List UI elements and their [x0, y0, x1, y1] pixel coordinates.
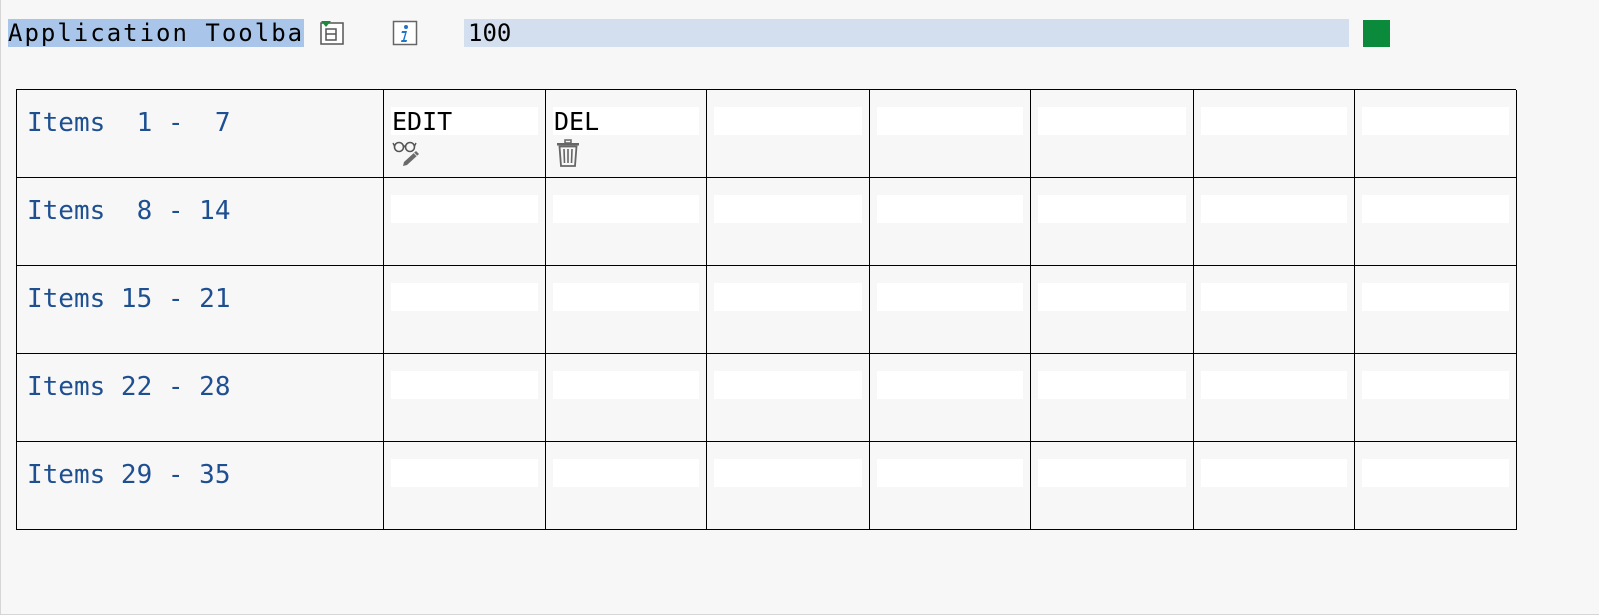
info-icon[interactable] — [392, 20, 418, 46]
slot-background — [1201, 107, 1347, 135]
row-header-cell: Items 29 - 35 — [17, 442, 384, 530]
edit-button-label: EDIT — [392, 107, 453, 136]
grid-cell[interactable] — [707, 266, 870, 354]
grid-cell[interactable] — [384, 354, 546, 442]
slot-background — [877, 195, 1023, 223]
grid-row: Items 29 - 35 — [17, 442, 1517, 530]
grid-cell[interactable] — [546, 266, 707, 354]
layout-icon[interactable] — [319, 20, 345, 46]
slot-background — [553, 195, 699, 223]
grid-cell[interactable] — [1031, 90, 1194, 178]
slot-background — [877, 371, 1023, 399]
slot-background — [1038, 283, 1186, 311]
grid-cell[interactable] — [384, 266, 546, 354]
grid-cell[interactable] — [1355, 354, 1517, 442]
grid-cell[interactable] — [1194, 266, 1355, 354]
toolbar-title: Application Toolbar — [8, 19, 304, 47]
slot-background — [1362, 459, 1509, 487]
grid-cell[interactable] — [384, 178, 546, 266]
slot-background — [1201, 195, 1347, 223]
slot-background — [877, 283, 1023, 311]
edit-button[interactable]: EDIT — [384, 90, 546, 178]
slot-background — [1362, 371, 1509, 399]
row-label: Items 15 - 21 — [27, 284, 231, 314]
slot-background — [553, 459, 699, 487]
grid-cell[interactable] — [1355, 90, 1517, 178]
grid-cell[interactable] — [870, 442, 1031, 530]
glasses-pencil-icon — [392, 138, 422, 168]
row-label: Items 8 - 14 — [27, 196, 231, 226]
slot-background — [714, 107, 862, 135]
items-grid: Items 1 - 7 EDIT DEL Items 8 - 14 Items … — [16, 89, 1517, 530]
slot-background — [553, 371, 699, 399]
toolbar-input-field[interactable]: 100 — [464, 19, 1349, 47]
grid-cell[interactable] — [1194, 90, 1355, 178]
slot-background — [1362, 283, 1509, 311]
row-header-cell: Items 1 - 7 — [17, 90, 384, 178]
row-header-cell: Items 15 - 21 — [17, 266, 384, 354]
trash-icon — [554, 138, 584, 168]
slot-background — [391, 283, 538, 311]
grid-cell[interactable] — [546, 178, 707, 266]
slot-background — [1201, 371, 1347, 399]
row-header-cell: Items 8 - 14 — [17, 178, 384, 266]
grid-cell[interactable] — [1031, 442, 1194, 530]
slot-background — [391, 195, 538, 223]
grid-cell[interactable] — [707, 354, 870, 442]
grid-row: Items 22 - 28 — [17, 354, 1517, 442]
grid-cell[interactable] — [870, 266, 1031, 354]
grid-cell[interactable] — [1194, 178, 1355, 266]
grid-cell[interactable] — [1194, 354, 1355, 442]
delete-button-label: DEL — [554, 107, 600, 136]
grid-row: Items 15 - 21 — [17, 266, 1517, 354]
slot-background — [1201, 459, 1347, 487]
grid-cell[interactable] — [1031, 354, 1194, 442]
slot-background — [553, 283, 699, 311]
grid-cell[interactable] — [1031, 266, 1194, 354]
slot-background — [1201, 283, 1347, 311]
slot-background — [1038, 459, 1186, 487]
grid-cell[interactable] — [870, 178, 1031, 266]
row-header-cell: Items 22 - 28 — [17, 354, 384, 442]
slot-background — [1038, 371, 1186, 399]
grid-cell[interactable] — [384, 442, 546, 530]
grid-cell[interactable] — [1031, 178, 1194, 266]
slot-background — [714, 371, 862, 399]
slot-background — [714, 459, 862, 487]
slot-background — [877, 107, 1023, 135]
slot-background — [1038, 107, 1186, 135]
grid-cell[interactable] — [707, 442, 870, 530]
row-label: Items 22 - 28 — [27, 372, 231, 402]
grid-row: Items 8 - 14 — [17, 178, 1517, 266]
grid-cell[interactable] — [1194, 442, 1355, 530]
grid-cell[interactable] — [1355, 266, 1517, 354]
grid-cell[interactable] — [1355, 442, 1517, 530]
slot-background — [1038, 195, 1186, 223]
delete-button[interactable]: DEL — [546, 90, 707, 178]
slot-background — [1362, 107, 1509, 135]
grid-cell[interactable] — [707, 178, 870, 266]
status-indicator — [1363, 20, 1390, 47]
grid-cell[interactable] — [707, 90, 870, 178]
grid-cell[interactable] — [1355, 178, 1517, 266]
row-label: Items 1 - 7 — [27, 108, 231, 138]
grid-cell[interactable] — [870, 354, 1031, 442]
frame-left-border — [0, 0, 1, 615]
slot-background — [391, 459, 538, 487]
slot-background — [1362, 195, 1509, 223]
grid-row: Items 1 - 7 EDIT DEL — [17, 90, 1517, 178]
grid-cell[interactable] — [870, 90, 1031, 178]
slot-background — [877, 459, 1023, 487]
application-toolbar: Application Toolbar 100 — [0, 0, 1599, 70]
slot-background — [714, 195, 862, 223]
grid-cell[interactable] — [546, 354, 707, 442]
slot-background — [714, 283, 862, 311]
slot-background — [391, 371, 538, 399]
grid-cell[interactable] — [546, 442, 707, 530]
row-label: Items 29 - 35 — [27, 460, 231, 490]
